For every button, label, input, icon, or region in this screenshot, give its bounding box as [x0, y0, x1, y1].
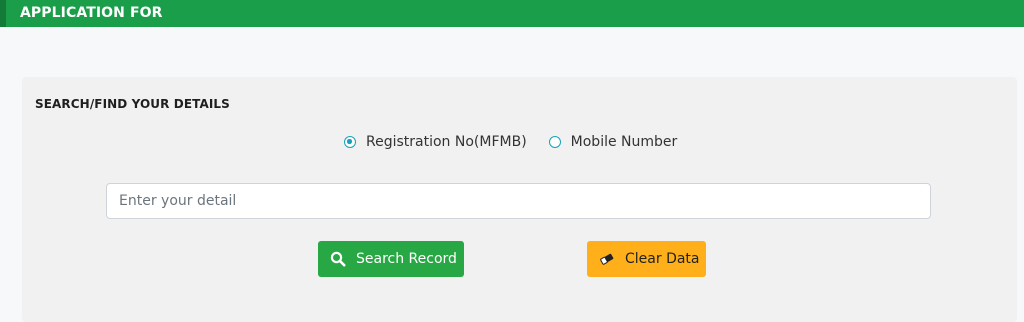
clear-data-label: Clear Data [625, 251, 700, 267]
radio-label-registration-no: Registration No(MFMB) [366, 134, 527, 150]
page-title: APPLICATION FOR [20, 5, 163, 21]
detail-input[interactable] [106, 183, 931, 219]
radio-label-mobile-number: Mobile Number [570, 134, 678, 150]
header-bar: APPLICATION FOR [0, 0, 1024, 27]
search-type-radio-group: Registration No(MFMB) Mobile Number [344, 131, 677, 153]
clear-data-button[interactable]: Clear Data [587, 241, 706, 277]
search-record-label: Search Record [356, 251, 457, 267]
radio-unchecked-icon[interactable] [548, 136, 561, 148]
panel-heading: SEARCH/FIND YOUR DETAILS [35, 97, 230, 111]
radio-registration-no[interactable]: Registration No(MFMB) [344, 134, 527, 150]
search-record-button[interactable]: Search Record [318, 241, 464, 277]
search-icon [330, 251, 346, 267]
radio-mobile-number[interactable]: Mobile Number [548, 134, 678, 150]
search-panel: SEARCH/FIND YOUR DETAILS Registration No… [22, 77, 1017, 322]
radio-checked-icon[interactable] [344, 136, 356, 148]
eraser-icon [599, 251, 615, 267]
